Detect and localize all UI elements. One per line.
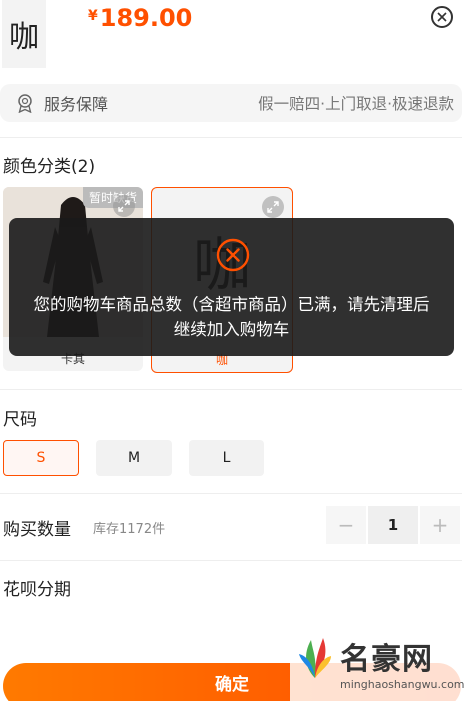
divider <box>0 493 462 494</box>
size-option-m[interactable]: M <box>96 440 172 476</box>
service-title: 服务保障 <box>44 95 109 114</box>
increase-button[interactable]: + <box>420 506 460 544</box>
price-value: 189.00 <box>99 4 193 32</box>
service-guarantee-row[interactable]: 服务保障 假一赔四·上门取退·极速退款 <box>0 84 462 122</box>
quantity-label: 购买数量 <box>3 520 71 540</box>
watermark-logo-icon <box>299 638 331 678</box>
service-description: 假一赔四·上门取退·极速退款 <box>258 95 454 113</box>
decrease-button[interactable]: − <box>326 506 366 544</box>
quantity-value[interactable]: 1 <box>368 506 418 544</box>
currency-symbol: ¥ <box>88 8 98 24</box>
award-icon <box>14 92 36 114</box>
quantity-stepper: − 1 + <box>326 506 460 544</box>
error-toast: 您的购物车商品总数（含超市商品）已满，请先清理后继续加入购物车 <box>9 218 454 356</box>
product-thumbnail: 咖 <box>2 0 46 68</box>
expand-icon[interactable] <box>113 195 135 217</box>
watermark-url: minghaoshangwu.com <box>340 678 465 691</box>
close-button[interactable] <box>431 6 453 28</box>
stock-count: 库存1172件 <box>93 522 166 537</box>
product-price: ¥189.00 <box>88 4 192 32</box>
watermark: 名豪网 minghaoshangwu.com <box>290 626 465 701</box>
watermark-title: 名豪网 <box>340 642 433 677</box>
divider <box>0 389 462 390</box>
color-section-title: 颜色分类(2) <box>3 157 96 177</box>
confirm-label: 确定 <box>215 674 249 695</box>
size-option-s[interactable]: S <box>3 440 79 476</box>
toast-message: 您的购物车商品总数（含超市商品）已满，请先清理后继续加入购物车 <box>33 295 430 339</box>
close-icon <box>437 12 447 22</box>
divider <box>0 560 462 561</box>
error-icon <box>216 238 250 272</box>
divider <box>0 137 462 138</box>
size-section-title: 尺码 <box>3 410 37 430</box>
expand-icon[interactable] <box>262 196 284 218</box>
installment-section-title: 花呗分期 <box>3 580 71 600</box>
size-option-l[interactable]: L <box>189 440 264 476</box>
